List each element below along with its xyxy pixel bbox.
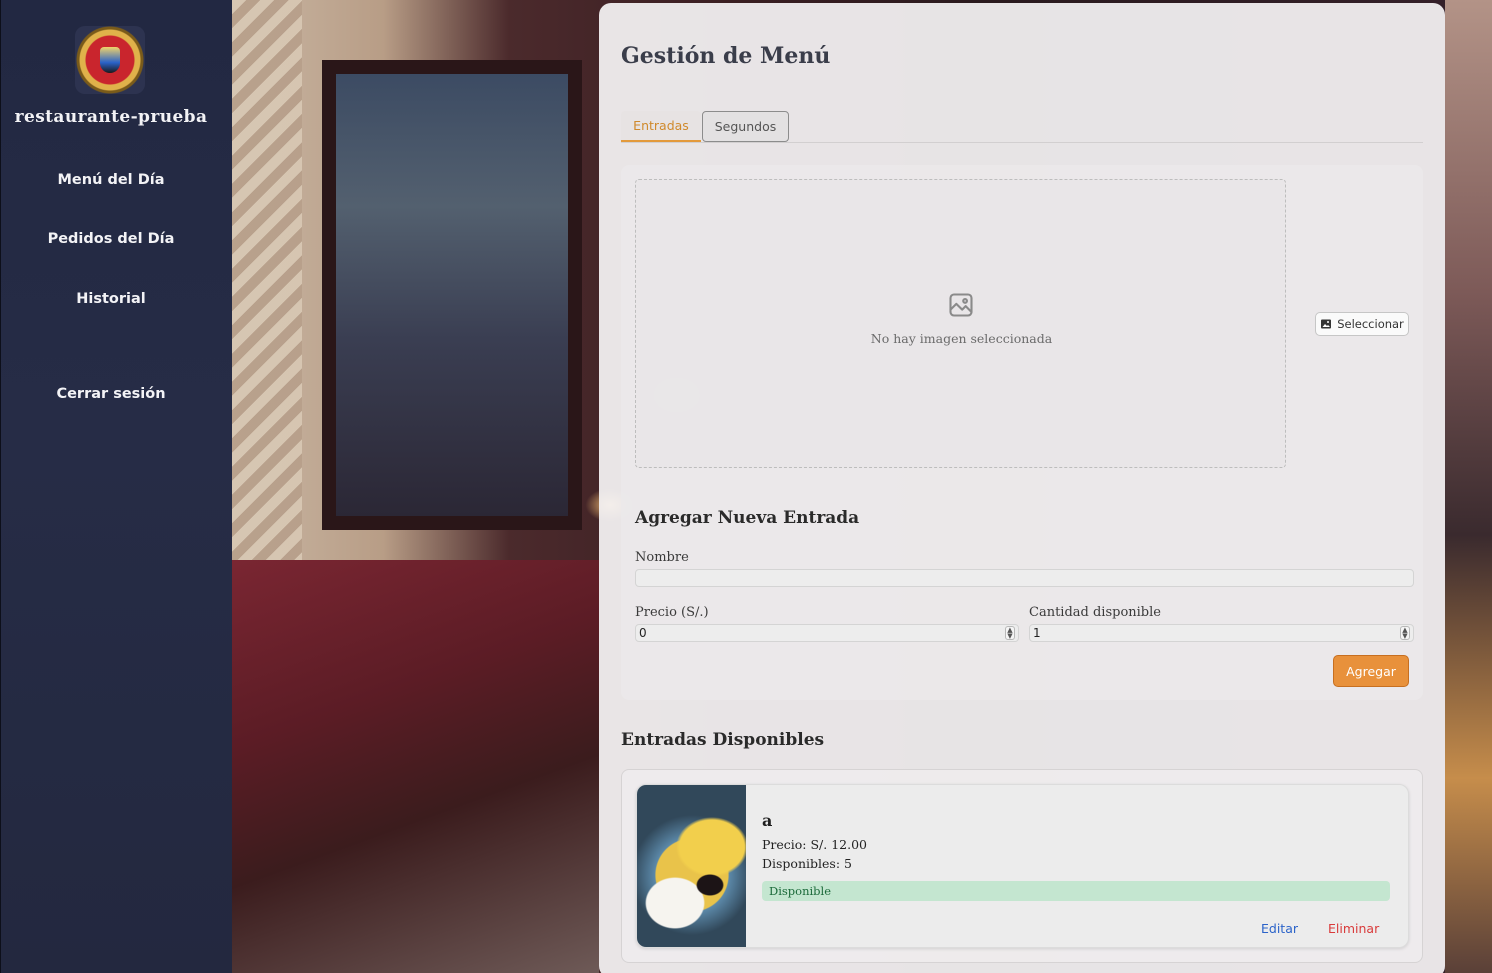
add-item-card: No hay imagen seleccionada Seleccionar A… <box>621 165 1423 700</box>
wall-pattern <box>232 0 302 600</box>
select-image-label: Seleccionar <box>1337 317 1404 331</box>
price-value: 0 <box>639 626 647 640</box>
name-field[interactable] <box>635 569 1414 587</box>
quantity-value: 1 <box>1033 626 1041 640</box>
available-section-title: Entradas Disponibles <box>621 730 825 750</box>
delete-button[interactable]: Eliminar <box>1328 921 1379 936</box>
page-title: Gestión de Menú <box>621 43 831 69</box>
select-image-button[interactable]: Seleccionar <box>1315 312 1409 336</box>
logout-button[interactable]: Cerrar sesión <box>1 386 221 402</box>
background-right-strip <box>1445 0 1492 973</box>
tab-bar: Entradas Segundos <box>621 111 1423 143</box>
menu-management-panel: Gestión de Menú Entradas Segundos No hay… <box>599 3 1445 973</box>
add-button[interactable]: Agregar <box>1333 655 1409 687</box>
restaurant-name: restaurante-prueba <box>14 107 208 127</box>
sidebar-item-menu-del-dia[interactable]: Menú del Día <box>1 172 221 188</box>
image-dropzone[interactable]: No hay imagen seleccionada <box>635 179 1286 468</box>
quantity-field[interactable]: 1 ▲ ▼ <box>1029 624 1414 642</box>
quantity-label: Cantidad disponible <box>1029 605 1161 620</box>
crest-icon <box>100 47 120 73</box>
name-label: Nombre <box>635 550 689 565</box>
sidebar-item-pedidos-del-dia[interactable]: Pedidos del Día <box>1 231 221 247</box>
dish-photo <box>637 785 746 947</box>
image-icon <box>949 293 973 317</box>
no-image-text: No hay imagen seleccionada <box>870 331 1053 346</box>
chairs <box>232 560 599 973</box>
available-items-list: a Precio: S/. 12.00 Disponibles: 5 Dispo… <box>621 769 1423 963</box>
price-stepper[interactable]: ▲ ▼ <box>1005 626 1015 640</box>
price-label: Precio (S/.) <box>635 605 709 620</box>
list-item: a Precio: S/. 12.00 Disponibles: 5 Dispo… <box>636 784 1409 948</box>
status-badge: Disponible <box>762 881 1390 901</box>
price-field[interactable]: 0 ▲ ▼ <box>635 624 1019 642</box>
tab-entradas[interactable]: Entradas <box>621 111 701 142</box>
tab-segundos[interactable]: Segundos <box>702 111 789 142</box>
sidebar: restaurante-prueba Menú del Día Pedidos … <box>0 0 232 973</box>
image-small-icon <box>1321 319 1332 329</box>
window-view <box>322 60 582 530</box>
edit-button[interactable]: Editar <box>1261 921 1298 936</box>
sidebar-item-historial[interactable]: Historial <box>1 291 221 307</box>
item-available-count: Disponibles: 5 <box>762 856 852 871</box>
quantity-stepper[interactable]: ▲ ▼ <box>1400 626 1410 640</box>
item-name: a <box>762 811 773 830</box>
restaurant-logo <box>75 26 145 94</box>
form-title: Agregar Nueva Entrada <box>635 508 860 528</box>
item-price: Precio: S/. 12.00 <box>762 837 867 852</box>
